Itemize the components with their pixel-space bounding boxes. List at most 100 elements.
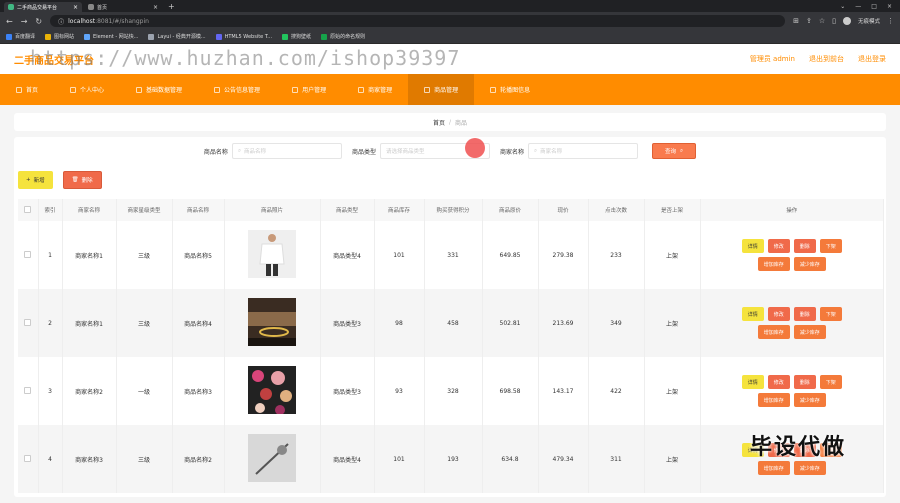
delete-button[interactable]: 删除 (793, 307, 816, 321)
detail-button[interactable]: 详情 (741, 307, 764, 321)
star-icon[interactable]: ☆ (819, 17, 825, 25)
url-field[interactable]: ⓘ localhost:8081/#/shangpin (50, 15, 786, 27)
add-stock-button[interactable]: 增加库存 (757, 393, 790, 407)
button-label: 增加库存 (763, 261, 784, 268)
reduce-stock-button[interactable]: 减少库存 (793, 257, 826, 271)
bookmark-icon (282, 33, 289, 40)
nav-item-notices[interactable]: 公告信息管理 (198, 74, 276, 105)
cell-type: 商品类型3 (320, 289, 375, 357)
cell-star: 三级 (116, 425, 173, 493)
maximize-icon[interactable]: □ (871, 3, 877, 10)
close-window-icon[interactable]: × (887, 3, 892, 10)
header-links: 管理员 admin 退出到前台 退出登录 (750, 54, 886, 64)
reduce-stock-button[interactable]: 减少库存 (793, 461, 826, 475)
delete-button[interactable]: 删除 (793, 375, 816, 389)
checkbox[interactable] (24, 205, 32, 213)
forward-icon[interactable]: → (21, 17, 28, 26)
nav-item-base-data[interactable]: 基础数据管理 (120, 74, 198, 105)
user-icon (70, 86, 77, 93)
column-header: 索引 (38, 199, 63, 221)
select-all-cell[interactable] (18, 199, 39, 221)
back-to-front-link[interactable]: 退出到前台 (809, 54, 844, 64)
nav-item-shops[interactable]: 商家管理 (342, 74, 408, 105)
goods-name-input[interactable]: ⌕ 商品名称 (231, 143, 342, 159)
button-label: 修改 (773, 379, 784, 386)
off-shelf-button[interactable]: 下架 (819, 375, 842, 389)
batch-delete-button[interactable]: 🗑 删除 (62, 171, 102, 189)
reduce-stock-button[interactable]: 减少库存 (793, 393, 826, 407)
share-icon[interactable]: ⇪ (806, 17, 812, 25)
nav-item-home[interactable]: 首页 (0, 74, 54, 105)
input-placeholder: 商家名称 (540, 149, 563, 155)
cell-points: 331 (424, 221, 483, 289)
vue-icon (8, 4, 14, 10)
menu-icon[interactable]: ⋮ (887, 17, 894, 25)
row-checkbox[interactable] (24, 454, 32, 462)
row-checkbox[interactable] (24, 250, 32, 258)
bookmark[interactable]: 原始的命名规则 (321, 33, 365, 40)
row-checkbox[interactable] (24, 318, 32, 326)
logout-link[interactable]: 退出登录 (858, 54, 886, 64)
cell-price: 213.69 (538, 289, 589, 357)
bookmark[interactable]: 图标网站 (45, 33, 74, 40)
reduce-stock-button[interactable]: 减少库存 (793, 325, 826, 339)
edit-button[interactable]: 修改 (767, 307, 790, 321)
cell-shop: 商家名称1 (62, 221, 117, 289)
close-icon[interactable]: × (153, 4, 158, 11)
chevron-down-icon[interactable]: ⌄ (840, 3, 845, 10)
bookmark-icon (6, 33, 12, 40)
delete-button[interactable]: 删除 (793, 239, 816, 253)
cell-clicks: 422 (588, 357, 645, 425)
nav-item-goods[interactable]: 商品管理 (408, 74, 475, 105)
bookmark[interactable]: Layui - 经典开源模... (148, 33, 206, 40)
close-icon[interactable]: × (73, 4, 78, 11)
cell-status: 上架 (644, 425, 701, 493)
row-actions: 详情 修改 删除 下架 增加库存 减少库存 (737, 239, 847, 271)
cell-stock: 98 (374, 289, 425, 357)
sidebar-icon[interactable]: ▯ (832, 17, 836, 25)
users-icon (292, 86, 299, 93)
bookmark-label: Layui - 经典开源模... (157, 34, 206, 40)
nav-item-profile[interactable]: 个人中心 (54, 74, 120, 105)
search-icon: ⌕ (679, 147, 684, 154)
bookmark[interactable]: Element - 网站快... (84, 33, 138, 40)
browser-tab-active[interactable]: 二手商品交易平台 × (4, 2, 82, 12)
cell-index: 1 (38, 221, 63, 289)
profile-avatar[interactable] (842, 17, 851, 25)
nav-item-users[interactable]: 用户管理 (276, 74, 342, 105)
breadcrumb-home[interactable]: 首页 (433, 118, 445, 127)
query-button[interactable]: 查询 ⌕ (651, 143, 697, 159)
detail-button[interactable]: 详情 (741, 239, 764, 253)
button-label: 查询 (664, 149, 676, 155)
reload-icon[interactable]: ↻ (35, 17, 42, 26)
bookmark[interactable]: 搜狗壁纸 (282, 33, 311, 40)
home-icon (16, 86, 22, 93)
bookmark[interactable]: 百度翻译 (6, 33, 35, 40)
edit-button[interactable]: 修改 (767, 375, 790, 389)
edit-button[interactable]: 修改 (767, 239, 790, 253)
add-stock-button[interactable]: 增加库存 (757, 325, 790, 339)
button-label: 增加库存 (763, 465, 784, 472)
nav-label: 基础数据管理 (146, 87, 183, 94)
cell-index: 2 (38, 289, 63, 357)
new-tab-icon[interactable]: + (168, 2, 175, 11)
button-label: 减少库存 (799, 329, 820, 336)
add-stock-button[interactable]: 增加库存 (757, 461, 790, 475)
nav-item-carousel[interactable]: 轮播图信息 (474, 74, 546, 105)
nav-label: 用户管理 (302, 87, 327, 94)
shop-name-input[interactable]: ⌕ 商家名称 (527, 143, 638, 159)
bookmark[interactable]: HTML5 Website T... (215, 33, 272, 40)
add-button[interactable]: + 新增 (18, 171, 53, 189)
minimize-icon[interactable]: — (855, 3, 861, 10)
cell-name: 商品名称2 (172, 425, 225, 493)
browser-tab[interactable]: 首页 × (84, 2, 162, 12)
type-label: 商品类型 (351, 148, 376, 156)
add-stock-button[interactable]: 增加库存 (757, 257, 790, 271)
translate-icon[interactable]: ⊞ (793, 17, 799, 25)
off-shelf-button[interactable]: 下架 (819, 239, 842, 253)
detail-button[interactable]: 详情 (741, 375, 764, 389)
breadcrumb-current: 商品 (455, 119, 468, 127)
off-shelf-button[interactable]: 下架 (819, 307, 842, 321)
back-icon[interactable]: ← (6, 17, 13, 26)
row-checkbox[interactable] (24, 386, 32, 394)
